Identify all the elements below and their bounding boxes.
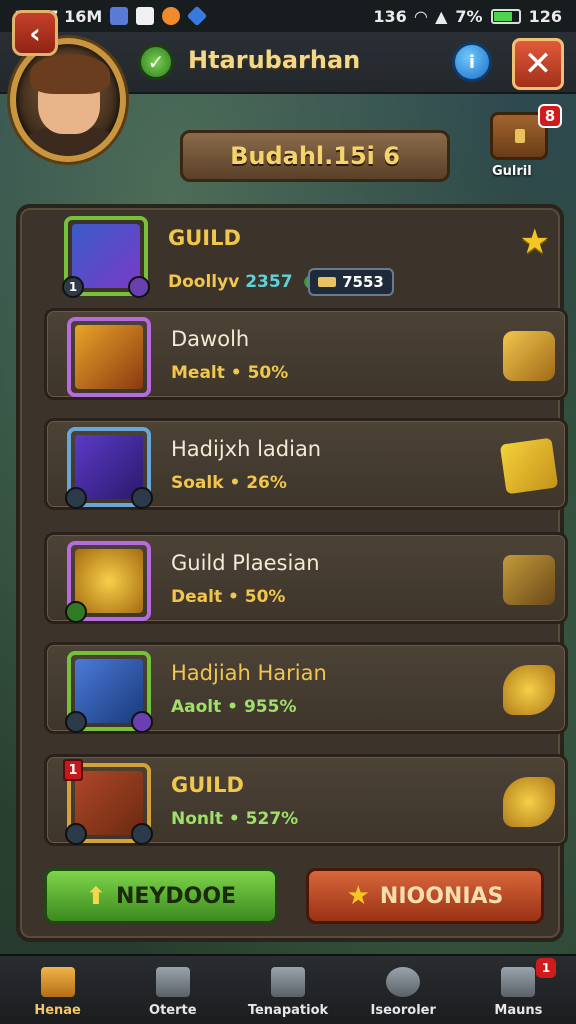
battery-icon [490,8,521,24]
diamond-icon [187,5,208,27]
info-icon: i [468,51,476,73]
status-bar: 1407 16M 136 ◠ ▲ 7% 126 [0,0,576,32]
row-title: Hadjiah Harian [171,661,327,685]
gauntlet-icon[interactable] [503,331,555,381]
gold-cube-icon[interactable] [499,437,559,495]
nav-label: Tenapatiok [247,1003,329,1018]
knight-hero-icon [65,651,153,733]
sword-mini-icon [65,823,87,845]
home-icon [40,967,75,997]
player-avatar[interactable] [10,38,126,162]
gold-bar-icon [318,277,337,287]
gem-icon [128,276,150,298]
row-stat: Doollyv 2357 [168,272,327,292]
close-button[interactable]: ✕ [512,38,564,90]
row-stat: Soalk • 26% [171,473,287,493]
row-stat: Nonlt • 527% [171,809,299,829]
golden-cannon-icon [67,317,151,397]
arrow-up-icon: ⬆ [85,882,107,910]
missions-button-label: NIOONIAS [379,883,504,909]
nav-home[interactable]: Henae [0,956,115,1024]
guild-title-plate: Budahl.15i 6 [180,130,450,182]
chest-button[interactable]: 8 Gulril [484,104,564,184]
row-stat: Mealt • 50% [171,363,289,383]
row-title: GUILD [171,773,244,797]
nav-battle[interactable]: Oterte [115,956,230,1024]
signal-icon: ▲ [435,6,448,26]
list-item[interactable]: Dawolh Mealt • 50% [44,308,568,400]
stat-label: Doollyv [168,272,240,292]
clock-icon [386,967,421,997]
shield-check-icon: ✓ [138,44,174,80]
stat-value: 2357 [245,272,293,292]
nav-menu[interactable]: Mauns 1 [461,956,576,1024]
treasure-chest-icon: 1 [63,759,153,845]
gold-swirl-icon[interactable] [503,777,555,827]
player-name: Htarubarhan [188,46,361,74]
row-stat: Aaolt • 955% [171,697,297,717]
nav-label: Iseoroler [370,1003,436,1018]
bottom-navigation: Henae Oterte Tenapatiok Iseoroler Mauns … [0,954,576,1024]
chest-badge: 8 [538,104,562,128]
chest-tool-icon[interactable] [503,555,555,605]
shield-mini-icon [131,823,153,845]
chest-label: Gulril [492,164,532,179]
app-icon [162,7,181,25]
list-item[interactable]: Hadijxh ladian Soalk • 26% [44,418,568,510]
notification-icon [136,7,155,25]
upgrade-button-label: NEYDOOE [116,883,237,909]
list-item[interactable]: Guild Plaesian Dealt • 50% [44,532,568,624]
wifi-icon: ◠ [414,6,428,26]
level-badge: 1 [62,276,84,298]
star-icon[interactable]: ★ [520,222,550,262]
list-item[interactable]: 1 GUILD Doollyv 2357 7553 ★ [44,210,568,306]
list-item[interactable]: Hadjiah Harian Aaolt • 955% [44,642,568,734]
nav-tower[interactable]: Tenapatiok [230,956,345,1024]
gold-swirl-icon[interactable] [503,665,555,715]
gem-mini-icon [65,601,87,623]
purple-cannon-icon [65,427,153,509]
nav-label: Mauns [494,1003,543,1018]
sword-icon [155,967,190,997]
list-item[interactable]: 1 GUILD Nonlt • 527% [44,754,568,846]
status-clock: 126 [528,6,562,26]
missions-button[interactable]: ★ NIOONIAS [306,868,544,924]
back-button[interactable]: ‹ [12,10,58,56]
nav-badge: 1 [536,958,557,978]
tower-icon [271,967,305,997]
upgrade-button[interactable]: ⬆ NEYDOOE [44,868,278,924]
sword-mini-icon [65,487,87,509]
close-icon: ✕ [523,44,553,84]
star-icon: ★ [346,881,370,911]
nav-clock[interactable]: Iseoroler [346,956,461,1024]
row-title: Dawolh [171,327,250,351]
back-arrow-icon: ‹ [29,16,41,50]
shield-mini-icon [131,487,153,509]
gold-coil-icon [65,541,151,623]
guild-list-panel: 1 GUILD Doollyv 2357 7553 ★ Dawolh Mealt… [16,204,568,942]
info-button[interactable]: i [452,42,492,82]
gallery-icon [110,7,129,25]
resource-badge: 7553 [308,268,394,296]
avatar-hair [30,54,110,94]
row-title: Hadijxh ladian [171,437,322,461]
row-corner-badge: 1 [63,759,83,781]
status-time-right: 136 [373,6,407,26]
gem-mini-icon [131,711,153,733]
battery-percent: 7% [455,6,483,26]
nav-label: Oterte [149,1003,197,1018]
armored-hero-icon: 1 [62,216,150,298]
nav-label: Henae [34,1003,81,1018]
row-title: GUILD [168,226,241,250]
sword-mini-icon [65,711,87,733]
row-title: Guild Plaesian [171,551,320,575]
menu-icon [501,967,536,997]
row-stat: Dealt • 50% [171,587,286,607]
